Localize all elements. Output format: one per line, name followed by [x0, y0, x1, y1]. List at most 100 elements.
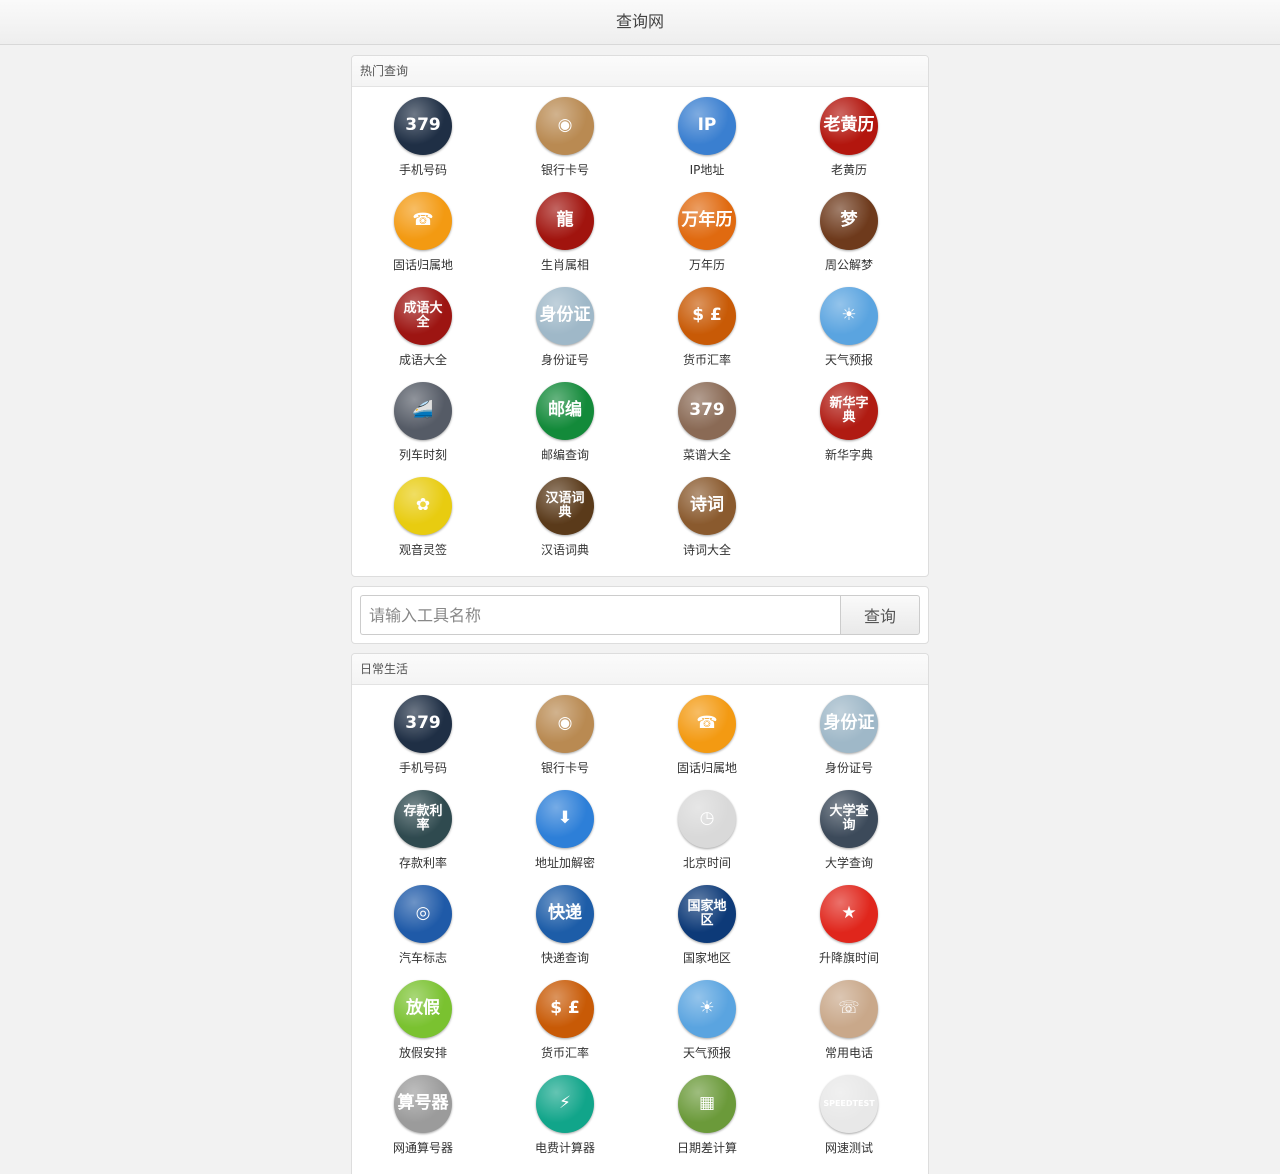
- icon-glyph: 国家地区: [687, 899, 727, 928]
- tool-label: 新华字典: [824, 448, 873, 462]
- icon-glyph: 🚄: [412, 400, 434, 421]
- tool-item[interactable]: 存款利率 存款利率: [352, 790, 494, 885]
- chinese-dictionary-icon: 汉语词典: [536, 477, 594, 535]
- tool-label: 网速测试: [824, 1141, 873, 1155]
- tool-item[interactable]: 身份证 身份证号: [494, 287, 636, 382]
- tool-item[interactable]: 身份证 身份证号: [778, 695, 920, 790]
- tool-label: 身份证号: [540, 353, 589, 367]
- weather-icon: ☀: [678, 980, 736, 1038]
- tool-label: 手机号码: [398, 761, 447, 775]
- tool-label: 汽车标志: [398, 951, 447, 965]
- main-container: 热门查询 379 手机号码 ◉ 银行卡号 IP IP地址 老黄历 老黄历 ☎ 固话归属地龍生肖属相…: [351, 55, 929, 1174]
- tool-label: 列车时刻: [398, 448, 447, 462]
- tool-item[interactable]: 放假 放假安排: [352, 980, 494, 1075]
- tool-label: 天气预报: [824, 353, 873, 367]
- tool-item[interactable]: 🚄 列车时刻: [352, 382, 494, 477]
- tool-item[interactable]: ▦ 日期差计算: [636, 1075, 778, 1170]
- tool-label: IP地址: [689, 163, 725, 177]
- bank-card-icon: ◉: [536, 97, 594, 155]
- search-input[interactable]: [360, 595, 840, 635]
- tool-label: 天气预报: [682, 1046, 731, 1060]
- phone-number-icon: 379: [394, 695, 452, 753]
- tool-item[interactable]: 汉语词典 汉语词典: [494, 477, 636, 572]
- tool-item[interactable]: 379 手机号码: [352, 695, 494, 790]
- tool-label: 放假安排: [398, 1046, 447, 1060]
- tool-item[interactable]: 成语大全 成语大全: [352, 287, 494, 382]
- train-icon: 🚄: [394, 382, 452, 440]
- tool-label: 万年历: [688, 258, 725, 272]
- icon-glyph: 379: [405, 713, 441, 734]
- tool-item[interactable]: 379 手机号码: [352, 97, 494, 192]
- icon-glyph: 快递: [548, 903, 582, 924]
- tool-label: 固话归属地: [676, 761, 737, 775]
- tool-item[interactable]: ☀ 天气预报: [778, 287, 920, 382]
- icon-glyph: 老黄历: [823, 115, 875, 136]
- dictionary-icon: 新华字典: [820, 382, 878, 440]
- tool-item[interactable]: 379 菜谱大全: [636, 382, 778, 477]
- currency-icon: $ £: [678, 287, 736, 345]
- icon-glyph: 梦: [840, 210, 858, 231]
- icon-glyph: ☏: [838, 998, 860, 1019]
- bank-card-icon: ◉: [536, 695, 594, 753]
- tool-label: 大学查询: [824, 856, 873, 870]
- tool-item[interactable]: 梦周公解梦: [778, 192, 920, 287]
- ip-address-icon: IP: [678, 97, 736, 155]
- tool-item[interactable]: ☎ 固话归属地: [636, 695, 778, 790]
- icon-glyph: ⬇: [557, 808, 573, 829]
- tool-item[interactable]: ★ 升降旗时间: [778, 885, 920, 980]
- tool-label: 邮编查询: [540, 448, 589, 462]
- clock-icon: ◷: [678, 790, 736, 848]
- tool-item[interactable]: 算号器 网通算号器: [352, 1075, 494, 1170]
- icon-glyph: 汉语词典: [545, 491, 585, 520]
- common-phone-icon: ☏: [820, 980, 878, 1038]
- icon-glyph: 379: [405, 115, 441, 136]
- tool-item[interactable]: 新华字典 新华字典: [778, 382, 920, 477]
- tool-item[interactable]: ☏ 常用电话: [778, 980, 920, 1075]
- tool-item[interactable]: ◎ 汽车标志: [352, 885, 494, 980]
- tool-item[interactable]: 老黄历 老黄历: [778, 97, 920, 192]
- tool-item[interactable]: 诗词 诗词大全: [636, 477, 778, 572]
- daily-life-heading: 日常生活: [352, 654, 928, 685]
- tool-item[interactable]: 大学查询 大学查询: [778, 790, 920, 885]
- tool-item[interactable]: ◷ 北京时间: [636, 790, 778, 885]
- icon-glyph: 身份证: [823, 713, 875, 734]
- tool-item[interactable]: 万年历 万年历: [636, 192, 778, 287]
- tool-item[interactable]: ☎ 固话归属地: [352, 192, 494, 287]
- search-button[interactable]: 查询: [840, 595, 920, 635]
- icon-glyph: 龍: [556, 210, 574, 231]
- daily-life-panel: 日常生活 379 手机号码 ◉ 银行卡号 ☎ 固话归属地 身份证 身份证号存款利率 存款利率 ⬇ 地…: [351, 653, 929, 1174]
- tool-item[interactable]: 快递 快递查询: [494, 885, 636, 980]
- calendar-icon: 万年历: [678, 192, 736, 250]
- weather-icon: ☀: [820, 287, 878, 345]
- tool-label: 观音灵签: [398, 543, 447, 557]
- daily-tool-grid: 379 手机号码 ◉ 银行卡号 ☎ 固话归属地 身份证 身份证号 存款利率 存款利率 ⬇ 地址加解密 ◷…: [352, 685, 928, 1174]
- tool-item[interactable]: ✿ 观音灵签: [352, 477, 494, 572]
- tool-item[interactable]: 邮编 邮编查询: [494, 382, 636, 477]
- icon-glyph: IP: [697, 115, 717, 136]
- tool-label: 日期差计算: [676, 1141, 737, 1155]
- tool-item[interactable]: ⬇ 地址加解密: [494, 790, 636, 885]
- icon-glyph: 存款利率: [403, 804, 443, 833]
- icon-glyph: SPEEDTEST: [823, 1098, 875, 1108]
- tool-item[interactable]: IP IP地址: [636, 97, 778, 192]
- phone-number-icon: 379: [394, 97, 452, 155]
- tool-item[interactable]: ◉ 银行卡号: [494, 97, 636, 192]
- tool-item[interactable]: ◉ 银行卡号: [494, 695, 636, 790]
- search-panel: 查询: [351, 586, 929, 644]
- tool-item[interactable]: SPEEDTEST 网速测试: [778, 1075, 920, 1170]
- tool-label: 网通算号器: [392, 1141, 453, 1155]
- university-icon: 大学查询: [820, 790, 878, 848]
- tool-item[interactable]: 龍生肖属相: [494, 192, 636, 287]
- tool-item[interactable]: $ £ 货币汇率: [494, 980, 636, 1075]
- tool-item[interactable]: ⚡ 电费计算器: [494, 1075, 636, 1170]
- tool-item[interactable]: ☀ 天气预报: [636, 980, 778, 1075]
- postcode-icon: 邮编: [536, 382, 594, 440]
- tool-label: 电费计算器: [534, 1141, 595, 1155]
- tool-label: 诗词大全: [682, 543, 731, 557]
- tool-item[interactable]: $ £ 货币汇率: [636, 287, 778, 382]
- tool-item[interactable]: 国家地区 国家地区: [636, 885, 778, 980]
- icon-glyph: ☀: [841, 305, 857, 326]
- old-almanac-icon: 老黄历: [820, 97, 878, 155]
- tool-label: 北京时间: [682, 856, 731, 870]
- deposit-rate-icon: 存款利率: [394, 790, 452, 848]
